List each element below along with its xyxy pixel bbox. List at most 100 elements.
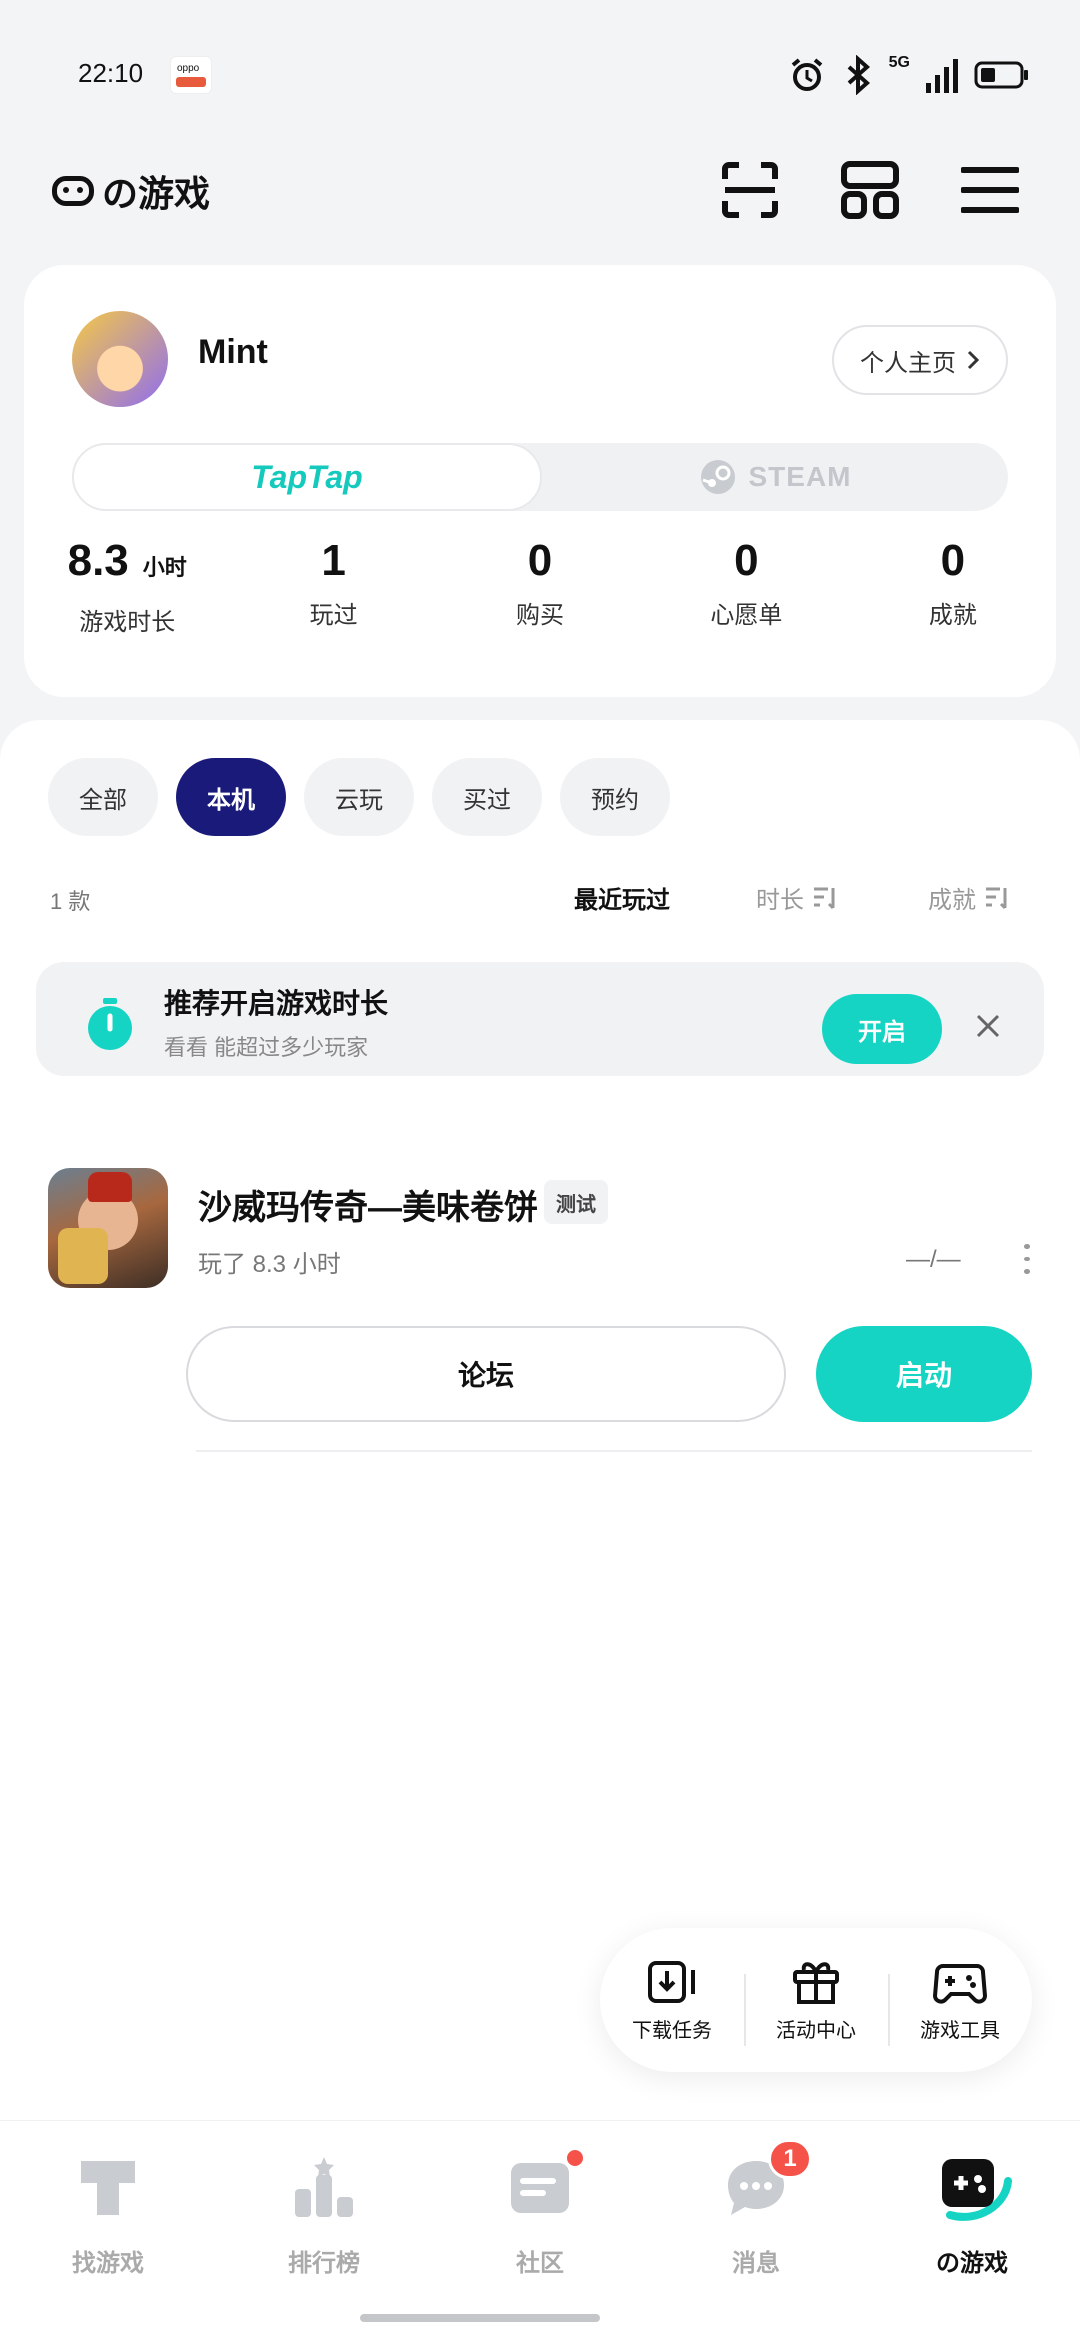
activity-center-label: 活动中心 (776, 2019, 856, 2042)
home-indicator[interactable] (360, 2314, 600, 2322)
game-library-panel: 全部 本机 云玩 买过 预约 1 款 最近玩过 时长 成就 推荐开启游戏时长 看… (0, 720, 1080, 2120)
profile-home-label: 个人主页 (860, 349, 956, 377)
nav-rankings[interactable]: 排行榜 (216, 2121, 432, 2344)
tab-steam[interactable]: STEAM (542, 443, 1008, 511)
game-achievement-progress: —/— (906, 1246, 961, 1273)
rankings-icon (295, 2157, 353, 2217)
download-icon (648, 1960, 695, 2003)
status-indicators: 5G (787, 52, 1030, 98)
stat-value: 8.3 (67, 536, 129, 585)
stat-value: 1 (321, 536, 346, 585)
stat-value: 0 (527, 536, 553, 585)
tab-steam-label: STEAM (748, 461, 852, 492)
activity-center-button[interactable]: 活动中心 (744, 1958, 888, 2046)
download-tasks-label: 下载任务 (632, 2019, 712, 2042)
grid-view-button[interactable] (838, 158, 902, 222)
stat-label: 购买 (516, 602, 565, 629)
stat-value: 0 (734, 536, 759, 585)
sort-achievement-label: 成就 (928, 887, 976, 914)
taptap-t-icon (81, 2161, 135, 2215)
game-tools-label: 游戏工具 (920, 2019, 1000, 2042)
message-count-badge: 1 (768, 2139, 812, 2179)
filter-chips: 全部 本机 云玩 买过 预约 (48, 758, 670, 836)
promo-subtitle: 看看 能超过多少玩家 (164, 1035, 369, 1060)
stat-played[interactable]: 1 玩过 (230, 533, 436, 653)
divider (196, 1450, 1032, 1452)
game-icon-shawarma[interactable] (48, 1168, 168, 1288)
stat-label: 成就 (928, 602, 977, 629)
download-tasks-button[interactable]: 下载任务 (600, 1958, 744, 2043)
status-time: 22:10 (78, 58, 144, 88)
promo-title: 推荐开启游戏时长 (164, 988, 389, 1019)
profile-card: Mint 个人主页 TapTap STEAM 8.3 小时 游戏时长 1 玩过 0… (24, 265, 1056, 697)
signal-icon (926, 59, 958, 93)
scan-button[interactable] (718, 158, 782, 222)
more-options-icon[interactable] (1022, 1244, 1032, 1275)
filter-reserved[interactable]: 预约 (560, 758, 670, 836)
menu-icon (961, 167, 1019, 213)
sort-achievement[interactable]: 成就 (928, 880, 1010, 915)
nav-my-games[interactable]: の游戏 (864, 2121, 1080, 2344)
sort-icon (986, 887, 1007, 909)
platform-tabs: TapTap STEAM (72, 443, 1008, 511)
app-notification-icon: oppo (170, 56, 212, 94)
stat-label: 心愿单 (710, 602, 783, 629)
sort-recent[interactable]: 最近玩过 (574, 880, 670, 915)
filter-cloud[interactable]: 云玩 (304, 758, 414, 836)
stat-purchased[interactable]: 0 购买 (437, 533, 643, 653)
sort-duration-label: 时长 (756, 887, 804, 914)
nav-label: の游戏 (936, 2250, 1008, 2277)
game-test-badge: 测试 (544, 1180, 608, 1224)
bluetooth-icon (847, 55, 870, 95)
nav-messages[interactable]: 1 消息 (648, 2121, 864, 2344)
game-count: 1 款 (50, 889, 91, 914)
menu-button[interactable] (958, 158, 1022, 222)
sort-icon (814, 887, 835, 909)
nav-label: 消息 (732, 2250, 780, 2277)
brand-logo: の游戏 (52, 165, 210, 217)
sort-recent-label: 最近玩过 (574, 887, 670, 914)
game-playtime: 玩了 8.3 小时 (198, 1251, 341, 1278)
enable-playtime-button[interactable]: 开启 (822, 994, 942, 1064)
steam-icon (700, 460, 735, 494)
stopwatch-icon (88, 998, 132, 1050)
game-tools-button[interactable]: 游戏工具 (888, 1958, 1032, 2046)
network-label: 5G (888, 54, 910, 71)
stat-value: 0 (940, 536, 966, 585)
my-games-icon (942, 2159, 1012, 2221)
app-badge-text: oppo (177, 63, 200, 74)
battery-icon (974, 61, 1028, 89)
chevron-right-icon (967, 350, 980, 370)
stat-playtime[interactable]: 8.3 小时 游戏时长 (24, 533, 230, 653)
grid-icon (841, 161, 899, 219)
stat-achievements[interactable]: 0 成就 (850, 533, 1056, 653)
brand-title: の游戏 (102, 173, 211, 214)
nav-label: 社区 (516, 2250, 564, 2277)
launch-button[interactable]: 启动 (816, 1326, 1032, 1422)
sort-duration[interactable]: 时长 (756, 880, 838, 915)
username: Mint (198, 333, 268, 371)
filter-local[interactable]: 本机 (176, 758, 286, 836)
filter-bought[interactable]: 买过 (432, 758, 542, 836)
gift-icon (793, 1961, 839, 2004)
floating-toolbar: 下载任务 活动中心 游戏工具 (600, 1928, 1032, 2072)
nav-label: 找游戏 (72, 2250, 144, 2277)
avatar[interactable] (72, 311, 168, 407)
profile-home-button[interactable]: 个人主页 (832, 325, 1008, 395)
close-icon[interactable] (968, 1006, 1008, 1046)
alarm-icon (791, 58, 822, 91)
stat-label: 玩过 (309, 602, 358, 629)
community-notification-dot (564, 2147, 586, 2169)
nav-community[interactable]: 社区 (432, 2121, 648, 2344)
gamepad-icon (933, 1963, 987, 2004)
stat-label: 游戏时长 (79, 609, 176, 636)
game-title[interactable]: 沙威玛传奇—美味卷饼 (198, 1180, 538, 1229)
tab-taptap[interactable]: TapTap (72, 443, 542, 511)
forum-button[interactable]: 论坛 (186, 1326, 786, 1422)
bottom-nav: 找游戏 排行榜 社区 1 消息 の游戏 (0, 2120, 1080, 2344)
stat-wishlist[interactable]: 0 心愿单 (643, 533, 849, 653)
playtime-promo-banner: 推荐开启游戏时长 看看 能超过多少玩家 开启 (36, 962, 1044, 1076)
brand-mark-icon (52, 176, 94, 206)
filter-all[interactable]: 全部 (48, 758, 158, 836)
nav-find-games[interactable]: 找游戏 (0, 2121, 216, 2344)
